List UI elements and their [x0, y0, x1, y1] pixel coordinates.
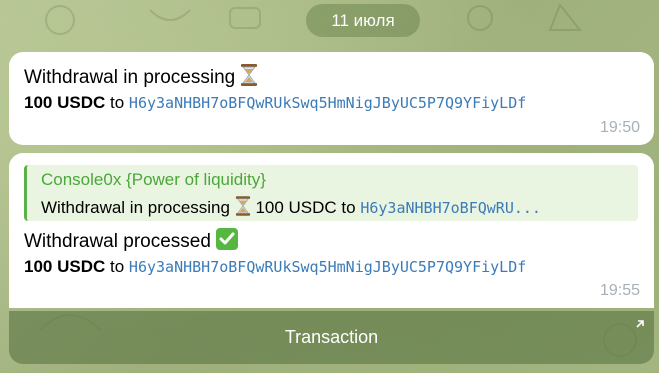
hourglass-icon [240, 64, 258, 92]
hourglass-icon [235, 196, 251, 221]
reply-quote[interactable]: Console0x {Power of liquidity} Withdrawa… [24, 165, 638, 221]
message-body: 100 USDC to H6y3aNHBH7oBFQwRUkSwq5HmNigJ… [24, 93, 527, 112]
message-title: Withdrawal in processing [24, 64, 258, 92]
amount-text: 100 USDC [24, 257, 106, 276]
amount-text: 100 USDC [24, 93, 106, 112]
reply-text: Withdrawal in processing 100 USDC to H6y… [41, 196, 541, 221]
wallet-address-link[interactable]: H6y3aNHBH7oBFQwRUkSwq5HmNigJByUC5P7Q9YFi… [129, 258, 526, 276]
transaction-button[interactable]: Transaction [9, 311, 654, 364]
date-separator: 11 июля [306, 4, 420, 37]
message-title: Withdrawal processed [24, 228, 239, 256]
reply-sender-name: Console0x {Power of liquidity} [41, 170, 266, 189]
message-time: 19:50 [599, 119, 640, 136]
message-bubble[interactable]: Withdrawal in processing 100 USDC to H6y… [9, 52, 654, 145]
check-mark-icon [216, 228, 239, 256]
message-body: 100 USDC to H6y3aNHBH7oBFQwRUkSwq5HmNigJ… [24, 257, 527, 276]
wallet-address-link[interactable]: H6y3aNHBH7oBFQwRUkSwq5HmNigJByUC5P7Q9YFi… [129, 94, 526, 112]
arrow-up-right-icon [635, 317, 645, 332]
message-time: 19:55 [599, 282, 640, 299]
message-bubble[interactable]: Console0x {Power of liquidity} Withdrawa… [9, 153, 654, 308]
